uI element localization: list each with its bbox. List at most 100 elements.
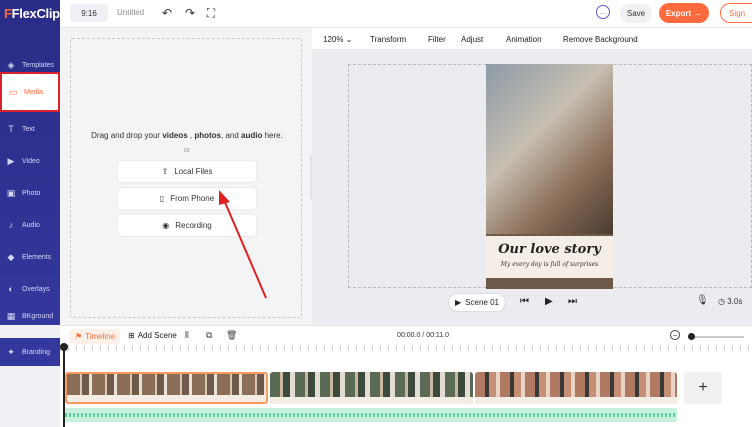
background-icon: ▦ [6,310,16,321]
sidebar-item-media[interactable]: ▭ Media [0,72,60,112]
duplicate-icon[interactable]: ⧉ [206,330,212,341]
templates-icon: ◈ [7,59,15,70]
delete-icon[interactable]: 🗑 [226,330,237,341]
zoom-slider[interactable] [688,336,744,338]
drop-and: , and [221,131,239,140]
arrow-right-icon: → [694,8,703,18]
filter-button[interactable]: Filter [428,35,446,44]
sidebar-item-label: Overlays [22,285,50,293]
audio-waveform [65,413,677,417]
animation-button[interactable]: Animation [506,35,542,44]
phone-icon: ▯ [159,194,165,203]
scene-clip-3[interactable] [475,372,677,404]
clock-icon: ◷ [718,297,725,306]
drop-prefix: Drag and drop your [91,131,161,140]
aspect-ratio-button[interactable]: 9:16 [70,4,108,22]
local-files-label: Local Files [174,167,213,176]
scene-label: Scene 01 [465,298,499,307]
timeline-ruler[interactable] [60,345,752,351]
drop-here: here. [264,131,283,140]
sidebar-item-bkground[interactable]: ▦ BKground [0,306,60,326]
timeline-icon: ⚑ [74,332,83,341]
playhead-handle[interactable] [60,343,68,351]
audio-track[interactable] [65,408,677,422]
scene-selector[interactable]: ▶ Scene 01 [448,293,506,312]
split-icon[interactable]: ⫴ [185,330,189,341]
elements-icon: ◆ [7,251,15,262]
scene-clip-2[interactable] [270,372,473,404]
sidebar-item-label: Photo [22,189,41,197]
local-files-button[interactable]: ⇪ Local Files [118,161,256,182]
scene-photo[interactable]: Our love story My every day is full of s… [486,64,613,289]
edit-toolbar: 120% ⌄ Transform Filter Adjust Animation… [312,28,752,50]
timeline-label: Timeline [85,332,116,341]
plus-icon: + [698,379,708,396]
from-phone-button[interactable]: ▯ From Phone [118,188,256,209]
caption-subtitle[interactable]: My every day is full of surprises [486,261,613,268]
sidebar-item-label: Templates [22,61,54,69]
sidebar-item-photo[interactable]: ▣ Photo [0,178,60,208]
zoom-select[interactable]: 120% ⌄ [323,35,352,44]
music-icon: ♪ [8,220,14,230]
add-scene-button[interactable]: ⊞ Add Scene [128,331,177,340]
sidebar-item-branding[interactable]: ✦ Branding [0,338,60,366]
save-button[interactable]: Save [620,4,652,23]
media-panel: Drag and drop your videos , photos, and … [60,28,312,325]
branding-icon: ✦ [7,346,15,357]
sidebar-item-video[interactable]: ▶ Video [0,146,60,176]
adjust-button[interactable]: Adjust [461,35,483,44]
zoom-slider-handle[interactable] [688,333,695,340]
upload-drop-zone[interactable]: Drag and drop your videos , photos, and … [70,38,302,318]
sidebar: FFlexClip ◈ Templates ▭ Media T Text ▶ V… [0,0,60,325]
microphone-icon[interactable]: 🎙 [696,295,709,306]
zoom-value: 120% [323,35,344,44]
duration-readout[interactable]: ◷ 3.0s [718,297,742,306]
recording-button[interactable]: ◉ Recording [118,215,256,236]
plus-square-icon: ⊞ [128,331,135,340]
or-separator: or [183,147,191,154]
project-title[interactable]: Untitled [117,8,144,17]
playhead[interactable] [63,345,65,427]
time-readout: 00:00.0 / 00:11.0 [397,332,450,339]
sidebar-item-overlays[interactable]: ◐ Overlays [0,274,60,304]
zoom-out-icon[interactable]: − [670,330,680,340]
duration-value: 3.0s [727,297,743,306]
undo-icon[interactable]: ↶ [160,5,174,21]
export-button[interactable]: Export → [659,3,709,23]
transform-button[interactable]: Transform [370,35,406,44]
fullscreen-icon[interactable]: ⛶ [204,5,218,21]
chat-icon[interactable]: … [596,5,610,19]
remove-background-button[interactable]: Remove Background [563,35,638,44]
timeline-tab[interactable]: ⚑ Timeline [70,329,120,344]
sidebar-item-label: Branding [22,348,51,356]
sidebar-item-text[interactable]: T Text [0,114,60,144]
sidebar-item-label: Elements [22,253,52,261]
logo-mark: F [4,6,12,21]
export-label: Export [665,8,692,18]
chevron-down-icon: ⌄ [345,35,353,44]
sidebar-item-elements[interactable]: ◆ Elements [0,242,60,272]
scene-clip-1[interactable] [65,372,268,404]
play-small-icon: ▶ [455,298,462,307]
timeline: + [60,345,752,427]
next-icon[interactable]: ⏭ [568,296,577,307]
play-icon[interactable]: ▶ [545,296,553,307]
drop-photos: photos [194,131,221,140]
from-phone-label: From Phone [170,194,215,203]
redo-icon[interactable]: ↷ [183,5,197,21]
previous-icon[interactable]: ⏮ [520,296,529,307]
logo-text: FlexClip [11,6,60,21]
drop-videos: videos [162,131,188,140]
clip-caption-band [475,397,677,404]
drop-instructions: Drag and drop your videos , photos, and … [91,131,283,140]
caption-title[interactable]: Our love story [486,242,613,257]
overlays-icon: ◐ [8,284,14,294]
sidebar-item-audio[interactable]: ♪ Audio [0,210,60,240]
add-clip-button[interactable]: + [684,372,722,404]
drop-audio: audio [241,131,263,140]
photo-icon: ▣ [6,187,16,198]
upload-icon: ⇪ [161,167,169,176]
recording-label: Recording [175,221,212,230]
flexclip-logo[interactable]: FFlexClip [4,6,60,21]
sign-in-button[interactable]: Sign [720,3,752,23]
